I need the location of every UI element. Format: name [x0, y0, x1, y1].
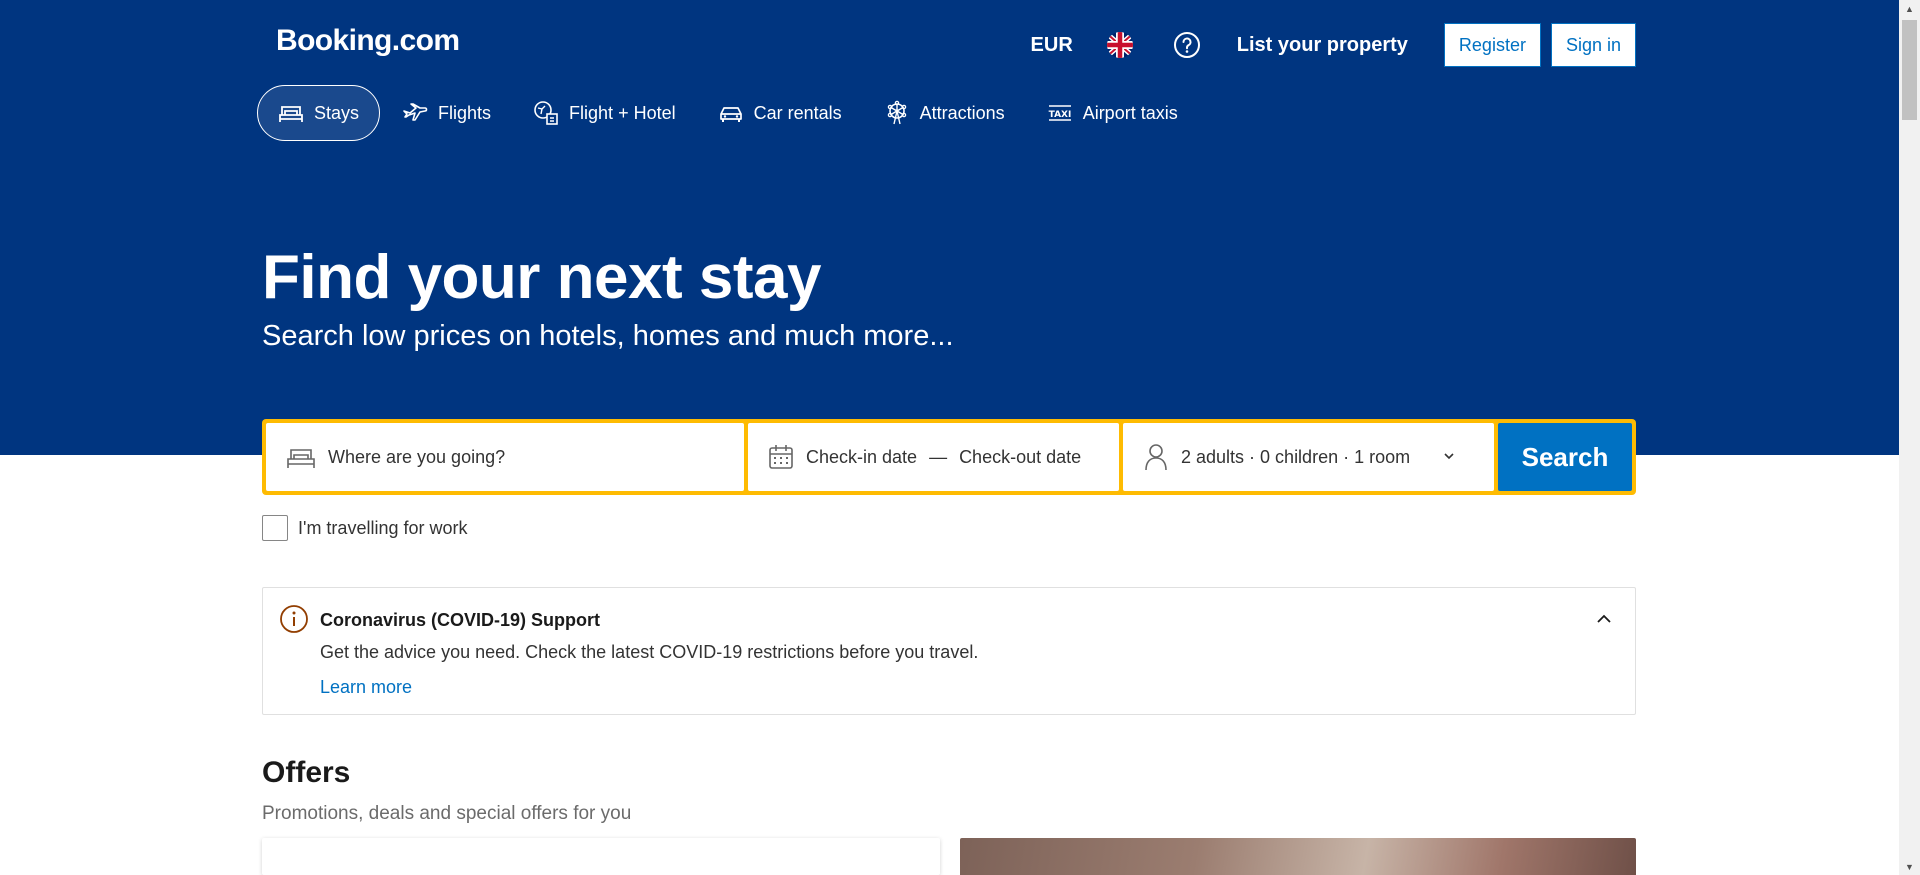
register-button[interactable]: Register — [1443, 23, 1541, 67]
top-header: Booking.com EUR List your property Regis… — [262, 0, 1636, 92]
product-nav: Stays Flights Flight + Hotel Car rentals… — [257, 85, 1200, 141]
calendar-icon — [769, 445, 793, 469]
bed-icon — [287, 449, 315, 468]
nav-car-rentals-label: Car rentals — [753, 102, 842, 123]
search-button[interactable]: Search — [1498, 423, 1632, 491]
search-bar: Where are you going? Check-in date — Che… — [262, 419, 1636, 495]
svg-text:TAXI: TAXI — [1048, 110, 1071, 120]
work-travel-label: I'm travelling for work — [298, 517, 468, 538]
nav-stays[interactable]: Stays — [257, 85, 381, 141]
destination-input[interactable]: Where are you going? — [266, 423, 744, 491]
hero-subtitle: Search low prices on hotels, homes and m… — [262, 320, 954, 352]
plane-icon — [403, 103, 428, 121]
date-picker[interactable]: Check-in date — Check-out date — [748, 423, 1119, 491]
scroll-down-arrow-icon[interactable]: ▼ — [1899, 858, 1920, 875]
chevron-up-icon[interactable] — [1595, 610, 1613, 628]
info-icon — [280, 605, 308, 633]
hero-title: Find your next stay — [262, 243, 821, 312]
page-scrollbar[interactable]: ▲ ▼ — [1899, 0, 1920, 875]
nav-stays-label: Stays — [314, 102, 360, 123]
offer-card[interactable] — [262, 838, 940, 875]
offer-card-image[interactable] — [960, 838, 1636, 875]
scroll-thumb[interactable] — [1902, 20, 1917, 120]
currency-selector[interactable]: EUR — [1015, 34, 1089, 57]
checkout-label: Check-out date — [959, 446, 1082, 467]
chevron-down-icon — [1444, 453, 1454, 460]
hero-banner: Booking.com EUR List your property Regis… — [0, 0, 1899, 455]
nav-car-rentals[interactable]: Car rentals — [698, 85, 862, 141]
nav-airport-taxis[interactable]: TAXI Airport taxis — [1027, 85, 1198, 141]
destination-placeholder: Where are you going? — [328, 446, 506, 467]
date-separator: — — [929, 446, 948, 467]
header-actions: EUR List your property Register Sign in — [1015, 23, 1636, 67]
learn-more-link[interactable]: Learn more — [320, 677, 412, 698]
car-icon — [719, 107, 742, 122]
taxi-icon: TAXI — [1048, 105, 1071, 121]
offers-heading: Offers — [262, 756, 351, 789]
nav-flight-hotel-label: Flight + Hotel — [569, 102, 676, 123]
nav-flights-label: Flights — [438, 102, 492, 123]
nav-attractions-label: Attractions — [919, 102, 1005, 123]
nav-flight-hotel[interactable]: Flight + Hotel — [513, 85, 696, 141]
offers-subtitle: Promotions, deals and special offers for… — [262, 803, 632, 824]
bed-icon — [279, 106, 303, 122]
sign-in-button[interactable]: Sign in — [1550, 23, 1636, 67]
booking-logo[interactable]: Booking.com — [276, 24, 460, 58]
help-icon[interactable] — [1173, 31, 1201, 59]
hero-container: Booking.com EUR List your property Regis… — [257, 0, 1636, 455]
guests-summary: 2 adults · 0 children · 1 room — [1181, 446, 1411, 467]
covid-banner: Coronavirus (COVID-19) Support Get the a… — [262, 587, 1636, 715]
flight-hotel-icon — [534, 101, 558, 125]
nav-attractions[interactable]: Attractions — [864, 85, 1025, 141]
list-property-link[interactable]: List your property — [1237, 34, 1408, 57]
uk-flag-icon[interactable] — [1105, 32, 1135, 58]
person-icon — [1145, 444, 1167, 471]
checkin-label: Check-in date — [806, 446, 918, 467]
ferris-wheel-icon — [887, 100, 906, 125]
covid-title: Coronavirus (COVID-19) Support — [320, 610, 601, 630]
scroll-up-arrow-icon[interactable]: ▲ — [1899, 0, 1920, 17]
nav-airport-taxis-label: Airport taxis — [1082, 102, 1178, 123]
covid-text: Get the advice you need. Check the lates… — [320, 642, 979, 662]
work-travel-option[interactable]: I'm travelling for work — [262, 515, 467, 541]
work-travel-checkbox[interactable] — [262, 515, 288, 541]
guests-selector[interactable]: 2 adults · 0 children · 1 room — [1123, 423, 1494, 491]
nav-flights[interactable]: Flights — [382, 85, 511, 141]
